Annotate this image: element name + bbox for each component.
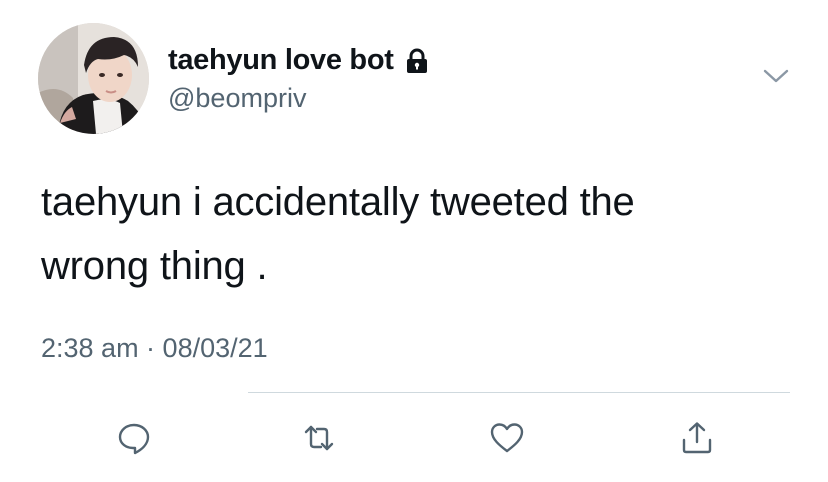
retweet-button[interactable]	[299, 418, 339, 458]
share-icon	[682, 422, 712, 454]
profile-photo	[38, 23, 149, 134]
retweet-icon	[304, 425, 334, 451]
action-bar	[0, 418, 828, 458]
tweet-text-line: wrong thing .	[41, 244, 268, 288]
share-button[interactable]	[677, 418, 717, 458]
like-button[interactable]	[487, 418, 527, 458]
avatar[interactable]	[38, 23, 149, 134]
tweet-text: taehyun i accidentally tweeted the wrong…	[41, 170, 781, 298]
user-handle[interactable]: @beompriv	[168, 83, 306, 114]
tweet-text-line: taehyun i accidentally tweeted the	[41, 180, 635, 224]
divider	[248, 392, 790, 393]
reply-button[interactable]	[114, 418, 154, 458]
lock-icon	[406, 48, 428, 74]
reply-icon	[118, 423, 150, 455]
display-name[interactable]: taehyun love bot	[168, 44, 394, 77]
chevron-down-icon[interactable]	[762, 66, 790, 86]
author-name-row: taehyun love bot	[168, 44, 428, 76]
tweet-timestamp[interactable]: 2:38 am · 08/03/21	[41, 333, 268, 364]
heart-icon	[490, 423, 524, 453]
